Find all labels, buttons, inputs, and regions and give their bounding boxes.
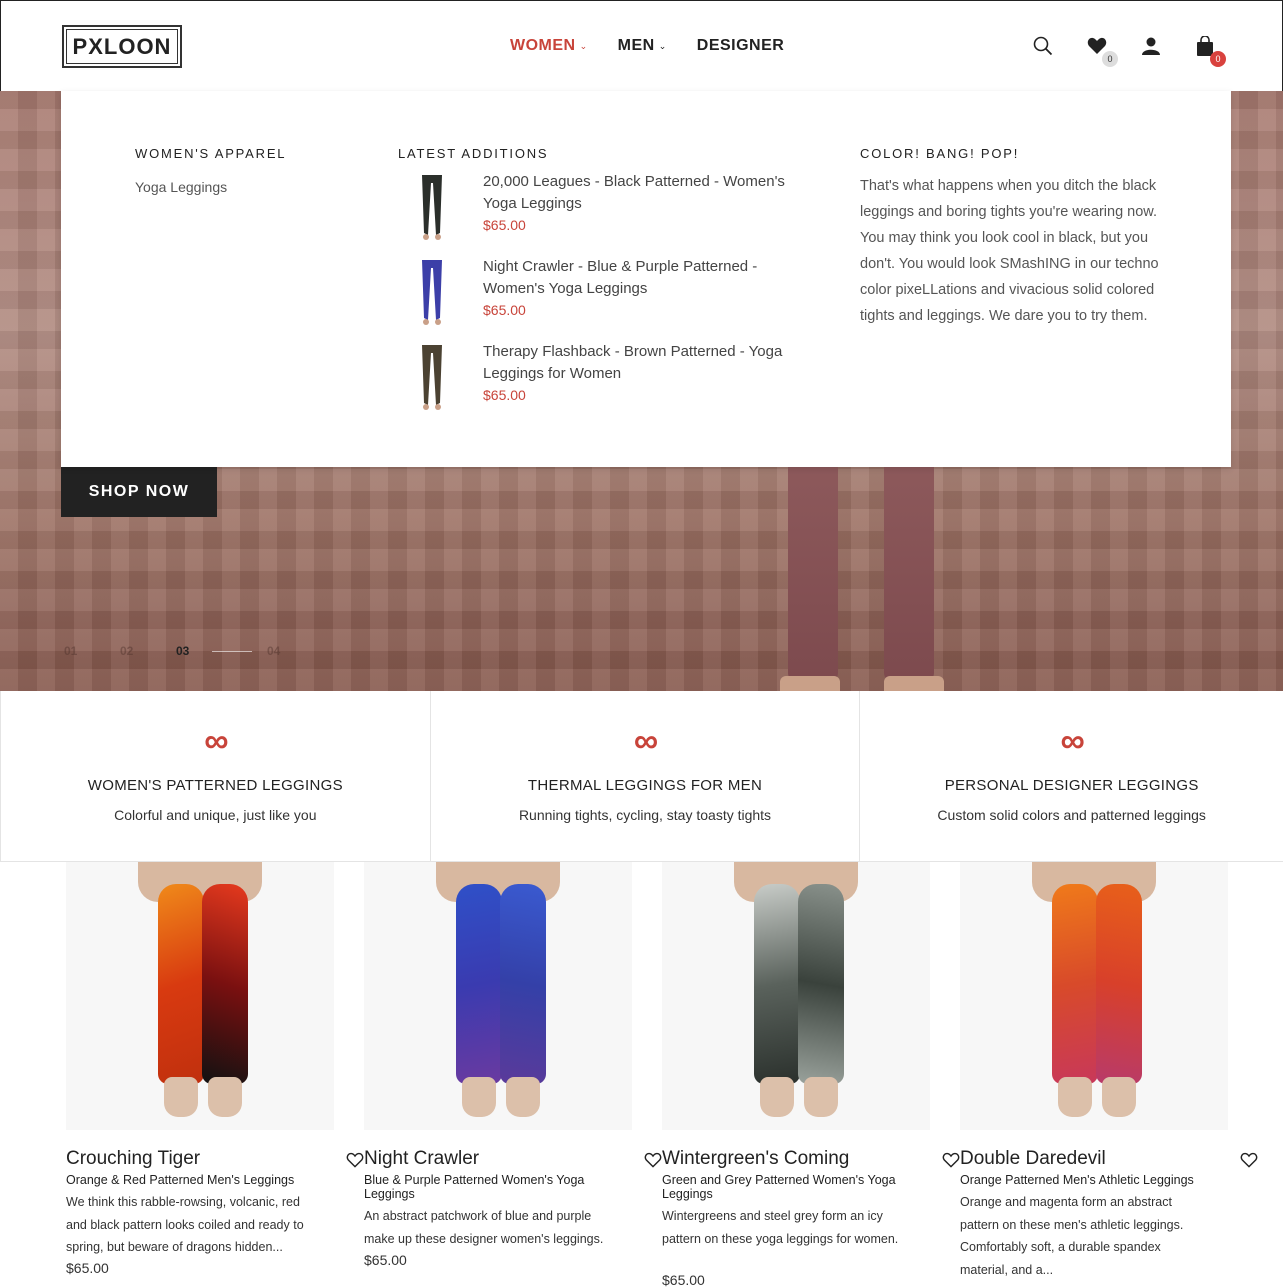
latest-item[interactable]: Therapy Flashback - Brown Patterned - Yo… — [398, 343, 798, 423]
product-thumbnail — [422, 260, 442, 325]
slide-progress-line — [212, 650, 252, 652]
chevron-down-icon: ⌄ — [579, 40, 588, 51]
slide-pagination: 01 02 03 04 — [64, 644, 323, 658]
latest-additions-heading: LATEST ADDITIONS — [398, 146, 549, 161]
latest-item-name: 20,000 Leagues - Black Patterned - Women… — [483, 173, 785, 212]
heart-icon[interactable] — [942, 1152, 960, 1168]
menu-link-yoga-leggings[interactable]: Yoga Leggings — [135, 179, 227, 195]
product-subtitle: Green and Grey Patterned Women's Yoga Le… — [662, 1173, 896, 1201]
product-price: $65.00 — [662, 1272, 705, 1288]
product-thumbnail — [422, 345, 442, 410]
product-grid: Crouching Tiger Orange & Red Patterned M… — [0, 862, 1283, 1288]
infinity-icon: ∞ — [204, 722, 228, 760]
latest-item-name: Therapy Flashback - Brown Patterned - Yo… — [483, 343, 783, 382]
category-title: THERMAL LEGGINGS FOR MEN — [527, 777, 763, 794]
nav-women-label: WOMEN — [510, 37, 576, 54]
slide-4[interactable]: 04 — [267, 644, 323, 658]
product-subtitle: Blue & Purple Patterned Women's Yoga Leg… — [364, 1173, 585, 1201]
product-title[interactable]: Double Daredevil — [960, 1148, 1106, 1170]
category-strip: ∞ WOMEN'S PATTERNED LEGGINGS Colorful an… — [0, 691, 1283, 862]
apparel-heading: WOMEN'S APPAREL — [135, 146, 287, 161]
latest-item-name: Night Crawler - Blue & Purple Patterned … — [483, 258, 758, 297]
bag-icon — [1197, 36, 1213, 56]
product-price: $65.00 — [364, 1252, 407, 1268]
latest-item-price: $65.00 — [483, 217, 526, 233]
promo-text: That's what happens when you ditch the b… — [860, 178, 1159, 324]
heart-icon[interactable] — [1240, 1152, 1258, 1168]
category-subtitle: Running tights, cycling, stay toasty tig… — [518, 807, 772, 823]
slide-2[interactable]: 02 — [120, 644, 176, 658]
header-icons: 0 0 — [1032, 35, 1226, 67]
latest-item-price: $65.00 — [483, 302, 526, 318]
nav-men-label: MEN — [617, 37, 655, 54]
women-mega-menu: WOMEN'S APPAREL Yoga Leggings LATEST ADD… — [61, 91, 1231, 467]
product-thumbnail — [422, 175, 442, 240]
product-image[interactable] — [960, 862, 1228, 1130]
product-subtitle: Orange Patterned Men's Athletic Leggings — [960, 1173, 1194, 1187]
product-card[interactable]: Night Crawler Blue & Purple Patterned Wo… — [364, 862, 662, 1268]
promo-heading: COLOR! BANG! POP! — [860, 146, 1020, 161]
product-card[interactable]: Double Daredevil Orange Patterned Men's … — [960, 862, 1258, 1277]
product-title[interactable]: Night Crawler — [364, 1148, 479, 1170]
category-subtitle: Custom solid colors and patterned leggin… — [937, 807, 1206, 823]
chevron-down-icon: ⌄ — [658, 40, 667, 51]
nav-women[interactable]: WOMEN ⌄ — [510, 37, 588, 55]
product-card[interactable]: Wintergreen's Coming Green and Grey Patt… — [662, 862, 960, 1288]
category-title: WOMEN'S PATTERNED LEGGINGS — [87, 777, 343, 794]
wishlist-button[interactable]: 0 — [1086, 35, 1118, 67]
product-subtitle: Orange & Red Patterned Men's Leggings — [66, 1173, 295, 1187]
cart-button[interactable]: 0 — [1194, 35, 1226, 67]
latest-item[interactable]: Night Crawler - Blue & Purple Patterned … — [398, 258, 798, 338]
nav-men[interactable]: MEN ⌄ — [618, 37, 667, 55]
product-description: We think this rabble-rowsing, volcanic, … — [66, 1195, 304, 1254]
product-title[interactable]: Wintergreen's Coming — [662, 1148, 849, 1170]
heart-icon[interactable] — [346, 1152, 364, 1168]
product-image[interactable] — [364, 862, 632, 1130]
account-button[interactable] — [1140, 35, 1162, 57]
logo[interactable]: PXLOON — [62, 25, 182, 68]
wishlist-count-badge: 0 — [1102, 51, 1118, 67]
category-title: PERSONAL DESIGNER LEGGINGS — [944, 777, 1199, 794]
shop-now-button[interactable]: SHOP NOW — [61, 467, 217, 517]
category-subtitle: Colorful and unique, just like you — [114, 807, 317, 823]
main-nav: WOMEN ⌄ MEN ⌄ DESIGNER — [510, 37, 784, 55]
category-thermal-men[interactable]: ∞ THERMAL LEGGINGS FOR MEN Running tight… — [431, 691, 861, 861]
product-price: $65.00 — [66, 1260, 109, 1276]
product-image[interactable] — [66, 862, 334, 1130]
search-icon[interactable] — [1032, 35, 1054, 57]
site-header: PXLOON WOMEN ⌄ MEN ⌄ DESIGNER 0 0 — [0, 0, 1283, 91]
product-title[interactable]: Crouching Tiger — [66, 1148, 200, 1170]
infinity-icon: ∞ — [633, 722, 658, 760]
category-womens-patterned[interactable]: ∞ WOMEN'S PATTERNED LEGGINGS Colorful an… — [1, 691, 431, 861]
latest-item-price: $65.00 — [483, 387, 526, 403]
slide-3[interactable]: 03 — [176, 644, 212, 658]
product-description: Wintergreens and steel grey form an icy … — [662, 1209, 899, 1246]
latest-item[interactable]: 20,000 Leagues - Black Patterned - Women… — [398, 173, 798, 253]
logo-text: PXLOON — [72, 33, 172, 59]
heart-icon[interactable] — [644, 1152, 662, 1168]
user-icon — [1142, 37, 1160, 55]
product-card[interactable]: Crouching Tiger Orange & Red Patterned M… — [66, 862, 364, 1276]
product-image[interactable] — [662, 862, 930, 1130]
category-personal-designer[interactable]: ∞ PERSONAL DESIGNER LEGGINGS Custom soli… — [860, 691, 1283, 861]
cart-count-badge: 0 — [1210, 51, 1226, 67]
slide-1[interactable]: 01 — [64, 644, 120, 658]
infinity-icon: ∞ — [1060, 722, 1085, 760]
nav-designer[interactable]: DESIGNER — [697, 37, 785, 55]
product-description: An abstract patchwork of blue and purple… — [364, 1209, 604, 1246]
hero-image — [780, 451, 944, 691]
product-description: Orange and magenta form an abstract patt… — [960, 1195, 1184, 1277]
nav-designer-label: DESIGNER — [696, 37, 785, 54]
